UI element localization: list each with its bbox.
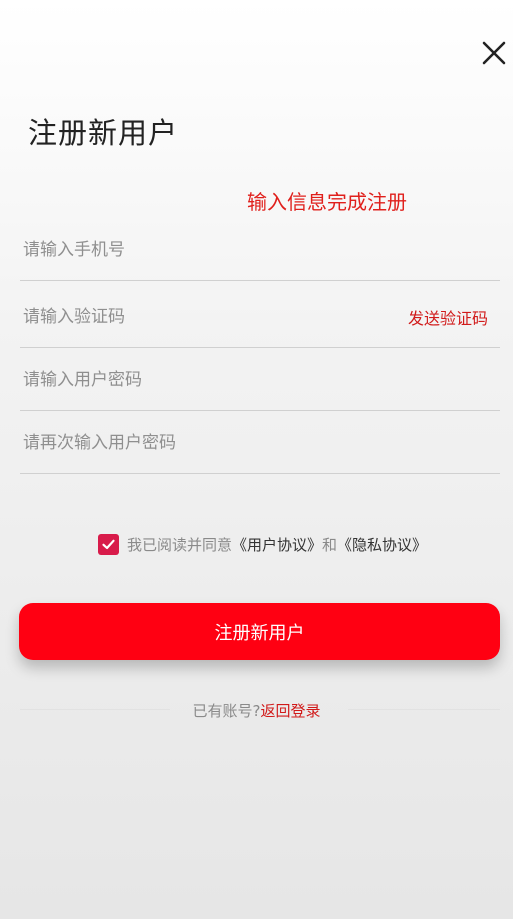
send-code-button[interactable]: 发送验证码: [408, 287, 488, 347]
password-input[interactable]: [23, 350, 393, 410]
password-field-row: [20, 350, 500, 411]
page-title: 注册新用户: [28, 116, 179, 150]
code-field-row: 发送验证码: [20, 287, 500, 348]
register-button[interactable]: 注册新用户: [19, 603, 500, 660]
close-button[interactable]: [478, 37, 510, 69]
password-confirm-field-row: [20, 413, 500, 474]
divider-right: [348, 709, 500, 710]
phone-input[interactable]: [23, 220, 393, 280]
password-confirm-input[interactable]: [23, 413, 393, 473]
divider-left: [20, 709, 170, 710]
privacy-policy-link[interactable]: 《隐私协议》: [337, 534, 427, 555]
agreement-row: 我已阅读并同意 《用户协议》 和 《隐私协议》: [98, 533, 427, 555]
agreement-prefix: 我已阅读并同意: [127, 535, 233, 554]
page-subtitle: 输入信息完成注册: [247, 190, 407, 214]
verification-code-input[interactable]: [23, 287, 393, 347]
phone-field-row: [20, 220, 500, 281]
user-agreement-link[interactable]: 《用户协议》: [232, 534, 322, 555]
close-icon: [482, 41, 506, 65]
have-account-text: 已有账号?: [192, 701, 261, 720]
back-to-login-link[interactable]: 返回登录: [260, 700, 320, 721]
login-prompt-row: 已有账号? 返回登录: [0, 698, 513, 722]
agreement-and: 和: [322, 535, 338, 554]
checkmark-icon: [102, 539, 115, 549]
agreement-checkbox[interactable]: [98, 533, 119, 555]
